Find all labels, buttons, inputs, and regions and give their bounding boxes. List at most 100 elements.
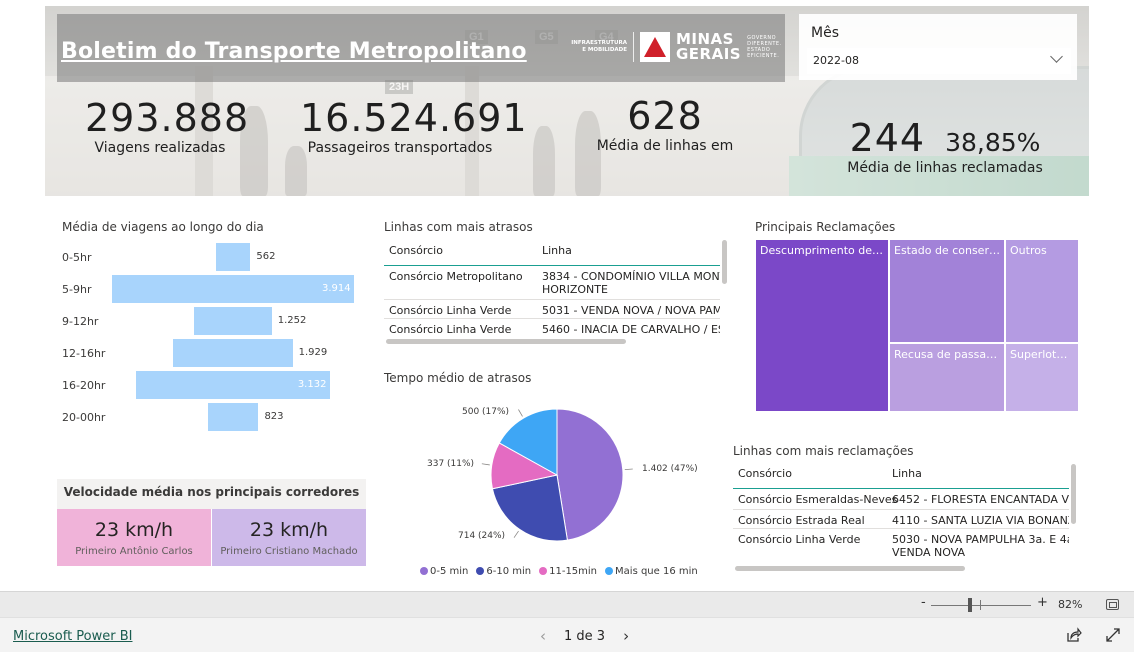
- zoom-in-button[interactable]: +: [1037, 595, 1048, 610]
- bar-category-label: 9-12hr: [62, 315, 99, 328]
- month-value: 2022-08: [813, 54, 859, 67]
- kpi-linhas-label: Média de linhas em: [596, 138, 734, 154]
- pie-data-label: 500 (17%): [462, 407, 510, 417]
- legend-label: 11-15min: [549, 566, 598, 577]
- kpi-viagens-value: 293.888: [85, 96, 250, 140]
- page-indicator: 1 de 3: [564, 628, 606, 644]
- table-cell: 5460 - INACIA DE CARVALHO / ESTAC: [542, 323, 720, 336]
- table-cell: Consórcio Linha Verde: [738, 533, 861, 546]
- bar-category-label: 12-16hr: [62, 347, 106, 360]
- pie-slice[interactable]: [556, 408, 624, 541]
- pie-slice[interactable]: [490, 442, 559, 490]
- power-bi-link[interactable]: Microsoft Power BI: [13, 629, 132, 644]
- table-cell: 4110 - SANTA LUZIA VIA BONANZA ,: [892, 514, 1069, 527]
- delays-table-title: Linhas com mais atrasos: [384, 220, 533, 234]
- delay-time-title: Tempo médio de atrasos: [384, 371, 532, 385]
- table-header: Consórcio Linha: [733, 461, 1069, 489]
- kpi-reclamadas: 244 38,85% Média de linhas reclamadas: [845, 116, 1045, 176]
- legend-dot-icon: [605, 567, 614, 575]
- legend-label: Mais que 16 min: [615, 566, 698, 577]
- kpi-passageiros-label: Passageiros transportados: [307, 140, 493, 156]
- legend-label: 0-5 min: [430, 566, 469, 577]
- speed-panel-title: Velocidade média nos principais corredor…: [57, 479, 366, 509]
- pie-leader-line: [518, 409, 523, 417]
- kpi-reclamadas-pct: 38,85%: [945, 128, 1041, 157]
- delays-table-vscroll[interactable]: [722, 240, 727, 284]
- table-cell: HORIZONTE: [542, 283, 608, 296]
- bar-row: 12-16hr 1.929: [62, 339, 362, 367]
- complaints-table-hscroll[interactable]: [735, 566, 965, 571]
- speed-card-cristiano-machado: 23 km/h Primeiro Cristiano Machado: [212, 509, 366, 566]
- minas-gerais-logo: INFRAESTRUTURA E MOBILIDADE MINAS GERAIS…: [571, 30, 782, 63]
- chevron-down-icon: [1050, 50, 1063, 63]
- kpi-viagens-label: Viagens realizadas: [94, 140, 226, 156]
- bar[interactable]: [194, 307, 272, 335]
- legend-item[interactable]: 6-10 min: [476, 566, 531, 577]
- pie-leader-line: [624, 468, 633, 471]
- kpi-viagens: 293.888 Viagens realizadas: [85, 96, 250, 156]
- pie-legend: 0-5 min 6-10 min 11-15min Mais que 16 min: [420, 566, 698, 577]
- table-cell: Consórcio Linha Verde: [389, 304, 512, 317]
- zoom-bar: - + 82%: [0, 591, 1134, 617]
- table-cell: 5030 - NOVA PAMPULHA 3a. E 4a. SE: [892, 533, 1069, 546]
- treemap-tile[interactable]: Superlotação: [1005, 343, 1079, 412]
- legend-dot-icon: [476, 567, 485, 575]
- treemap-tile[interactable]: Recusa de passageiro: [889, 343, 1005, 412]
- complaints-table-title: Linhas com mais reclamações: [733, 444, 914, 458]
- table-cell: Consórcio Esmeraldas-Neves: [738, 493, 898, 506]
- pie-data-label: 714 (24%): [458, 531, 506, 541]
- speed-label: Primeiro Cristiano Machado: [220, 546, 358, 557]
- kpi-passageiros: 16.524.691 Passageiros transportados: [300, 96, 527, 156]
- mg-triangle-icon: [640, 32, 670, 62]
- bar-row: 16-20hr 3.132: [62, 371, 362, 399]
- treemap-tile[interactable]: Descumprimento de Qu...: [755, 239, 889, 412]
- pie-data-label: 337 (11%): [427, 459, 475, 469]
- bar[interactable]: [215, 243, 251, 271]
- complaints-table-vscroll[interactable]: [1071, 464, 1076, 524]
- speed-label: Primeiro Antônio Carlos: [75, 546, 193, 557]
- legend-item[interactable]: Mais que 16 min: [605, 566, 698, 577]
- bar-category-label: 20-00hr: [62, 411, 106, 424]
- bar-value-label: 3.914: [322, 283, 351, 294]
- table-cell: 3834 - CONDOMÍNIO VILLA MONTE: [542, 270, 720, 283]
- delays-table-hscroll[interactable]: [386, 339, 626, 344]
- legend-item[interactable]: 11-15min: [539, 566, 597, 577]
- treemap-tile[interactable]: Estado de conservaç...: [889, 239, 1005, 343]
- zoom-out-button[interactable]: -: [921, 595, 926, 610]
- column-header-linha[interactable]: Linha: [892, 467, 922, 480]
- pie-leader-line: [513, 530, 519, 538]
- delays-table: Consórcio Linha Consórcio Metropolitano …: [384, 238, 720, 338]
- bar-value-label: 1.252: [277, 315, 307, 326]
- complaints-table: Consórcio Linha Consórcio Esmeraldas-Nev…: [733, 461, 1069, 563]
- report-title[interactable]: Boletim do Transporte Metropolitano: [61, 39, 527, 64]
- month-slicer: Mês 2022-08: [799, 14, 1077, 80]
- bar[interactable]: [112, 275, 354, 303]
- column-header-consorcio[interactable]: Consórcio: [389, 244, 443, 257]
- bar[interactable]: [207, 403, 259, 431]
- fit-to-page-icon[interactable]: [1106, 599, 1119, 610]
- column-header-linha[interactable]: Linha: [542, 244, 572, 257]
- previous-page-button[interactable]: ‹: [540, 627, 546, 645]
- zoom-slider[interactable]: [931, 605, 1031, 606]
- fullscreen-icon[interactable]: [1105, 627, 1121, 643]
- zoom-slider-center-tick: [980, 600, 981, 610]
- page-navigator: ‹ 1 de 3 ›: [540, 627, 629, 645]
- trips-chart-title: Média de viagens ao longo do dia: [62, 220, 264, 234]
- header-banner: G1 G5 G4 23H Boletim do Transporte Metro…: [45, 6, 1089, 196]
- speed-value: 23 km/h: [94, 519, 174, 541]
- share-icon[interactable]: [1066, 627, 1082, 643]
- treemap-tile[interactable]: Outros: [1005, 239, 1079, 343]
- legend-item[interactable]: 0-5 min: [420, 566, 468, 577]
- bar[interactable]: [173, 339, 293, 367]
- bar-category-label: 16-20hr: [62, 379, 106, 392]
- month-dropdown[interactable]: 2022-08: [807, 48, 1071, 74]
- next-page-button[interactable]: ›: [623, 627, 629, 645]
- column-header-consorcio[interactable]: Consórcio: [738, 467, 792, 480]
- bar-row: 0-5hr 562: [62, 243, 362, 271]
- legend-label: 6-10 min: [486, 566, 532, 577]
- kpi-linhas: 628 Média de linhas em: [590, 94, 740, 154]
- pie-slice[interactable]: [498, 408, 558, 476]
- zoom-slider-thumb[interactable]: [968, 598, 972, 612]
- month-slicer-label: Mês: [811, 25, 839, 41]
- table-cell: VENDA NOVA: [892, 546, 966, 559]
